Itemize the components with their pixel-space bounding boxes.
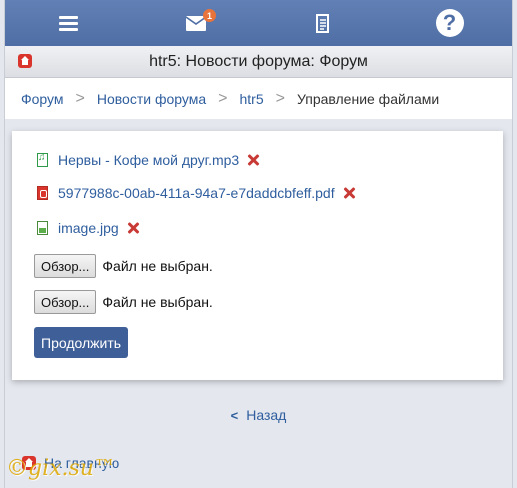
question-mark-icon: ?: [435, 9, 464, 37]
pdf-file-icon: [37, 186, 48, 200]
hamburger-menu-icon: [59, 13, 78, 34]
file-row: 5977988c-00ab-411a-94a7-e7daddcbfeff.pdf: [37, 184, 355, 202]
messages-button[interactable]: 1: [132, 0, 259, 46]
file-row: image.jpg: [37, 219, 139, 237]
continue-button[interactable]: Продолжить: [34, 327, 129, 358]
help-button[interactable]: ?: [386, 0, 513, 46]
file-upload-field: Обзор... Файл не выбран.: [34, 254, 213, 278]
breadcrumb-separator: >: [275, 89, 285, 107]
page-frame: 1 ? htr5: Новости форума: Форум Форум > …: [4, 0, 513, 488]
breadcrumb-link-forum-news[interactable]: Новости форума: [97, 91, 206, 107]
home-icon[interactable]: [18, 54, 32, 68]
browse-button[interactable]: Обзор...: [34, 254, 97, 278]
file-management-card: Нервы - Кофе мой друг.mp3 5977988c-00ab-…: [12, 131, 503, 380]
title-bar: htr5: Новости форума: Форум: [5, 46, 512, 78]
file-link[interactable]: 5977988c-00ab-411a-94a7-e7daddcbfeff.pdf: [58, 185, 335, 201]
breadcrumb-separator: >: [218, 89, 228, 107]
breadcrumb: Форум > Новости форума > htr5 > Управлен…: [5, 78, 512, 119]
breadcrumb-separator: >: [75, 89, 85, 107]
audio-file-icon: [37, 152, 48, 167]
file-status: Файл не выбран.: [102, 258, 213, 274]
image-file-icon: [37, 221, 48, 235]
file-link[interactable]: Нервы - Кофе мой друг.mp3: [58, 152, 239, 168]
menu-button[interactable]: [5, 0, 132, 46]
breadcrumb-current: Управление файлами: [296, 90, 440, 107]
breadcrumb-link-forum[interactable]: Форум: [21, 91, 64, 107]
unread-badge: 1: [203, 9, 216, 22]
file-upload-field: Обзор... Файл не выбран.: [34, 290, 213, 314]
page-title: htr5: Новости форума: Форум: [149, 52, 368, 70]
breadcrumb-link-topic[interactable]: htr5: [240, 91, 264, 107]
back-link[interactable]: Назад: [246, 407, 286, 423]
browse-button[interactable]: Обзор...: [34, 290, 97, 314]
delete-icon[interactable]: [343, 187, 355, 199]
top-navigation-bar: 1 ?: [5, 0, 512, 46]
delete-icon[interactable]: [127, 222, 139, 234]
file-link[interactable]: image.jpg: [58, 220, 119, 236]
delete-icon[interactable]: [247, 154, 259, 166]
documents-button[interactable]: [259, 0, 386, 46]
document-icon: [315, 13, 329, 33]
file-status: Файл не выбран.: [102, 294, 213, 310]
back-navigation: < Назад: [5, 407, 512, 423]
watermark: ©gix.su™: [6, 456, 116, 481]
chevron-left-icon: <: [230, 408, 239, 423]
file-row: Нервы - Кофе мой друг.mp3: [37, 151, 259, 169]
